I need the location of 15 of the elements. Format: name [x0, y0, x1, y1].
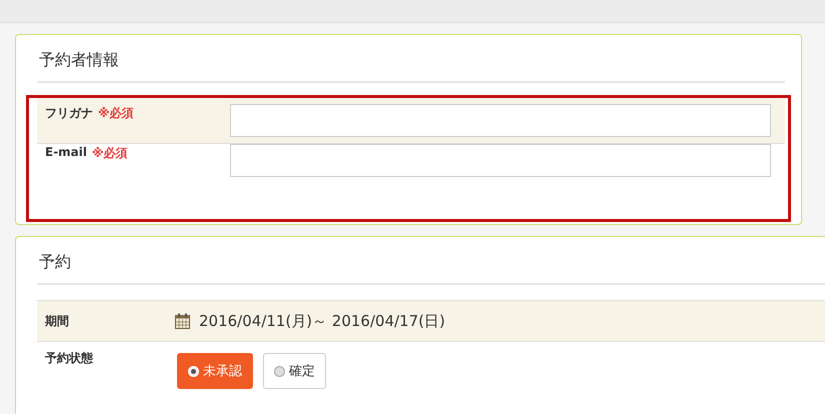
period-value: 2016/04/11(月)～ 2016/04/17(日) [199, 312, 446, 330]
section-title: 予約者情報 [37, 35, 785, 83]
input-field[interactable] [230, 104, 771, 137]
field-label: 期間 [44, 312, 70, 330]
field-label: 予約状態 [44, 350, 94, 367]
required-mark: ※必須 [98, 105, 134, 122]
status-option[interactable]: 確定 [263, 353, 326, 389]
calendar-icon [175, 313, 190, 329]
radio-icon [274, 366, 285, 376]
required-mark: ※必須 [92, 145, 128, 162]
radio-icon [188, 366, 199, 376]
field-label: E-mail [45, 145, 88, 161]
field-label: フリガナ [45, 105, 93, 122]
input-field[interactable] [230, 144, 771, 177]
section-title: 予約 [37, 237, 825, 285]
